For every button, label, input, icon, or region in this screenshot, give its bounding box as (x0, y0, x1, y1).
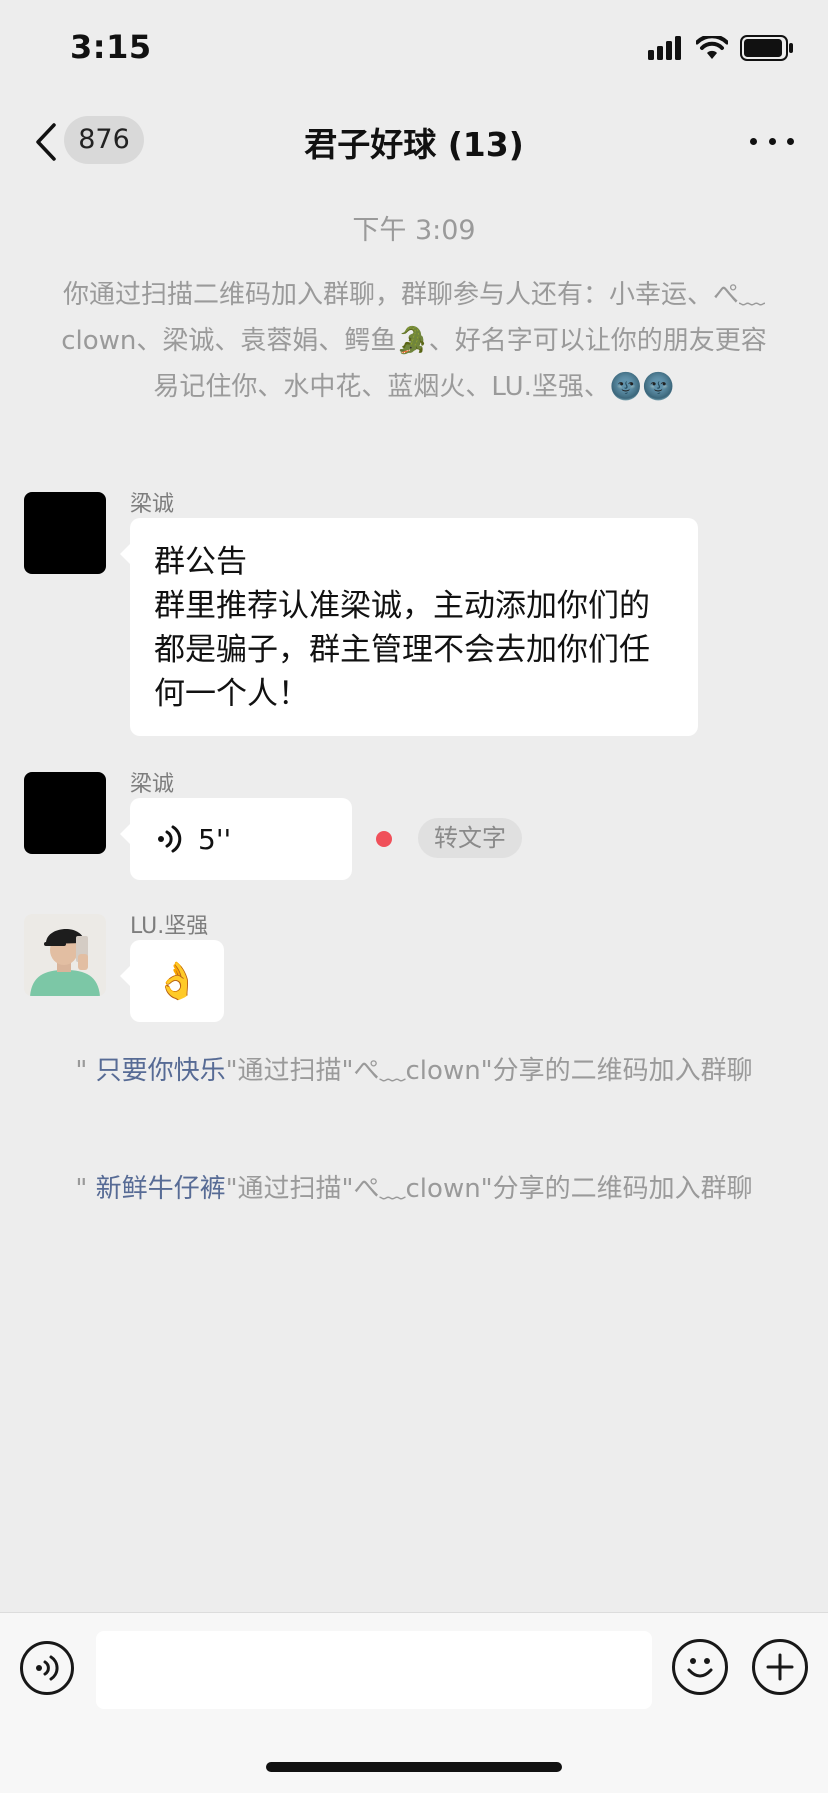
user-photo (24, 914, 106, 996)
voice-wave-icon (158, 825, 182, 853)
status-time: 3:15 (70, 28, 152, 66)
plus-icon (766, 1653, 794, 1681)
message-text: 群公告 群里推荐认准梁诚，主动添加你们的都是骗子，群主管理不会去加你们任何一个人… (154, 544, 650, 712)
battery-icon (740, 35, 794, 65)
sender-name: 梁诚 (130, 492, 175, 517)
unread-voice-dot (376, 831, 392, 847)
system-event-prefix: " (75, 1174, 96, 1204)
avatar[interactable] (24, 492, 106, 574)
emoji-message-bubble[interactable]: 👌 (120, 940, 224, 1022)
avatar[interactable] (24, 914, 106, 996)
system-event-prefix: " (75, 1056, 96, 1086)
more-dot-icon (787, 137, 794, 145)
sender-name: 梁诚 (130, 772, 175, 797)
voice-input-toggle[interactable] (20, 1641, 74, 1695)
home-indicator[interactable] (266, 1762, 562, 1772)
transcribe-button[interactable]: 转文字 (418, 818, 522, 858)
more-dot-icon (768, 137, 776, 145)
voice-duration: 5'' (198, 822, 232, 856)
voice-icon (36, 1655, 59, 1681)
time-divider: 下午 3:09 (352, 215, 476, 246)
system-event-text: "通过扫描"ぺ﹏clown"分享的二维码加入群聊 (225, 1174, 753, 1204)
more-options-button[interactable] (750, 132, 794, 150)
system-event: " 只要你快乐"通过扫描"ぺ﹏clown"分享的二维码加入群聊 (60, 1048, 768, 1094)
cellular-signal-icon (648, 36, 684, 64)
more-dot-icon (750, 137, 757, 145)
page-title: 君子好球 (13) (304, 125, 524, 164)
more-functions-button[interactable] (752, 1639, 808, 1695)
avatar[interactable] (24, 772, 106, 854)
system-event-text: "通过扫描"ぺ﹏clown"分享的二维码加入群聊 (225, 1056, 753, 1086)
nav-bar: 876 君子好球 (13) (0, 96, 828, 186)
status-bar: 3:15 (0, 0, 828, 96)
ok-hand-emoji: 👌 (154, 961, 200, 1002)
emoji-button[interactable] (672, 1639, 728, 1695)
message-input[interactable] (96, 1631, 652, 1709)
system-event: " 新鲜牛仔裤"通过扫描"ぺ﹏clown"分享的二维码加入群聊 (60, 1166, 768, 1212)
voice-message-content: 5'' (130, 798, 352, 880)
message-bubble[interactable]: 群公告 群里推荐认准梁诚，主动添加你们的都是骗子，群主管理不会去加你们任何一个人… (120, 518, 698, 736)
voice-message-bubble[interactable]: 5'' (120, 798, 352, 880)
status-icons (648, 34, 794, 65)
user-link[interactable]: 只要你快乐 (96, 1056, 226, 1086)
join-notice: 你通过扫描二维码加入群聊，群聊参与人还有：小幸运、ぺ﹏clown、梁诚、袁蓉娟、… (61, 280, 767, 402)
user-link[interactable]: 新鲜牛仔裤 (96, 1174, 226, 1204)
smiley-icon (687, 1658, 713, 1678)
sender-name: LU.坚强 (130, 914, 209, 939)
wifi-icon (695, 34, 729, 64)
